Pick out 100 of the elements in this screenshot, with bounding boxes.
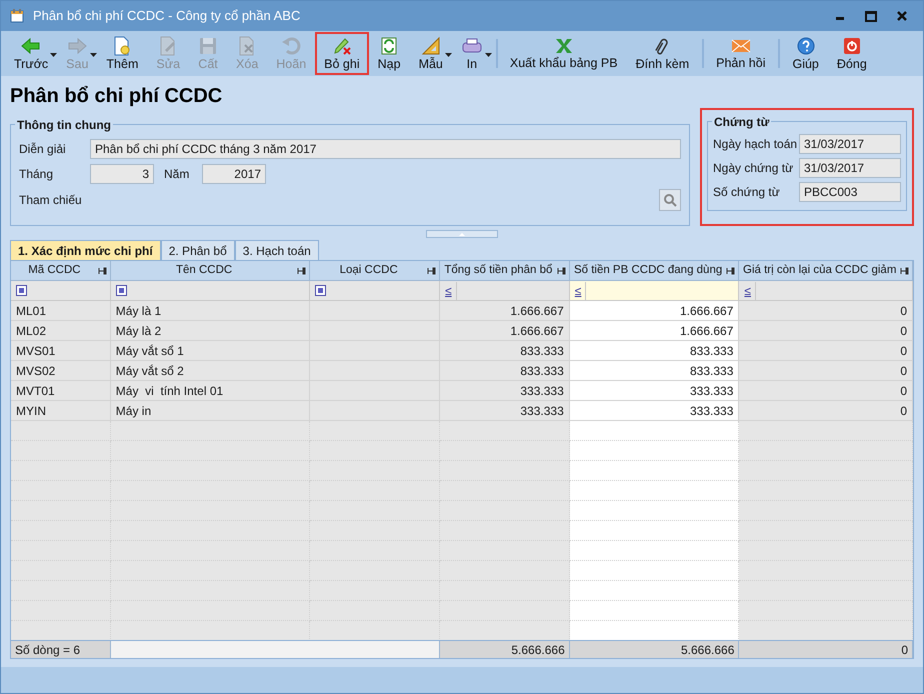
total-cell: 0 [739,641,913,658]
input-field[interactable]: PBCC003 [799,182,901,202]
table-cell: ML02 [11,321,111,341]
column-header[interactable]: Mã CCDC [28,262,81,280]
toolbar-button[interactable]: Giúp [774,31,828,76]
toolbar-button[interactable]: Đính kèm [626,31,698,76]
maximize-icon [865,10,877,22]
table-cell: 333.333 [440,401,570,421]
input-field[interactable]: 31/03/2017 [799,158,901,178]
table-cell: Máy là 1 [110,301,310,321]
checkbox-icon [315,285,326,296]
column-header[interactable]: Số tiền PB CCDC đang dùng [574,262,722,280]
field-label: Ngày hạch toán [713,136,798,153]
pin-icon [297,266,306,274]
filter-cell[interactable]: ≤ [570,281,740,301]
table-cell: 0 [739,341,913,361]
toolbar-button[interactable]: Mẫu [410,31,452,76]
filter-cell[interactable]: ≤ [739,281,913,301]
toolbar-button[interactable]: Bỏ ghi [315,32,369,75]
checkbox-icon [16,285,27,296]
input-field[interactable]: 31/03/2017 [799,134,901,154]
table-cell: 333.333 [570,381,740,401]
toolbar-button[interactable]: Xuất khẩu bảng PB [492,31,627,76]
arrow-left-icon [20,36,42,56]
table-cell: 1.666.667 [440,321,570,341]
table-cell: 833.333 [570,341,740,361]
toolbar-button[interactable]: Nạp [368,31,410,76]
total-cell: 5.666.666 [440,641,570,658]
column-header[interactable]: Giá trị còn lại của CCDC giảm [743,262,896,280]
toolbar-button[interactable]: Đóng [828,31,876,76]
table-cell: 0 [739,401,913,421]
table-cell: 0 [739,301,913,321]
page-title: Phân bổ chi phí CCDC [10,84,224,108]
row-count: Số dòng = 6 [11,641,111,658]
table-cell: Máy vắt sổ 1 [110,341,310,361]
toolbar-button[interactable]: Phản hồi [698,31,774,76]
table-cell: 0 [739,381,913,401]
table-cell: 833.333 [570,361,740,381]
undo-icon [281,36,302,56]
arrow-right-icon [66,36,88,56]
total-cell: 5.666.666 [570,641,740,658]
document-icon [112,36,132,56]
calendar-icon [9,8,25,24]
refresh-icon [379,36,400,56]
table-cell: 0 [739,321,913,341]
table-cell: Máy vắt sổ 2 [110,361,310,381]
caret-icon [50,53,58,57]
field-label: Tham chiếu [19,192,83,209]
tab[interactable]: 3. Hạch toán [234,240,319,260]
table-cell: 833.333 [440,341,570,361]
caret-icon [444,53,452,57]
input-field[interactable]: Phân bổ chi phí CCDC tháng 3 năm 2017 [90,139,681,159]
table-cell: MVS02 [11,361,111,381]
input-field[interactable]: 2017 [202,164,266,184]
table-cell: Máy là 2 [110,321,310,341]
table-cell: 1.666.667 [440,301,570,321]
field-label: Năm [164,166,190,183]
field-label: Diễn giải [19,141,67,158]
filter-cell[interactable] [110,281,310,301]
pin-icon [98,266,107,274]
field-label: Số chứng từ [713,184,781,201]
tab[interactable]: 1. Xác định mức chi phí [10,240,161,260]
column-header[interactable]: Tổng số tiền phân bổ [444,262,552,280]
field-label: Tháng [19,166,54,183]
search-button[interactable] [659,189,681,211]
window-title: Phân bổ chi phí CCDC - Công ty cổ phần ABC [33,7,300,26]
caret-icon [484,53,492,57]
column-header[interactable]: Loại CCDC [340,262,398,280]
table-cell: 333.333 [570,401,740,421]
table-cell: Máy vi tính Intel 01 [110,381,310,401]
pin-icon [556,266,566,274]
table-cell: MYIN [11,401,111,421]
field-label: Ngày chứng từ [713,160,794,177]
table-cell: 1.666.667 [570,301,740,321]
column-header[interactable]: Tên CCDC [176,262,232,280]
input-field[interactable]: 3 [90,164,154,184]
table-cell: 833.333 [440,361,570,381]
pin-icon [726,266,736,274]
close-icon [897,11,907,21]
search-icon [663,193,677,207]
help-icon [796,36,816,56]
printer-icon [460,36,483,56]
filter-cell[interactable]: ≤ [440,281,570,301]
pin-icon [900,266,910,274]
ruler-triangle-icon [420,36,441,56]
table-cell: 333.333 [440,381,570,401]
caret-up-icon [459,232,465,236]
filter-cell[interactable] [11,281,111,301]
caret-icon [90,53,98,57]
toolbar-button[interactable]: Trước [5,31,58,76]
tab[interactable]: 2. Phân bổ [160,240,235,260]
toolbar-button[interactable]: Thêm [97,31,148,76]
pin-icon [427,266,436,274]
table-cell: MVS01 [11,341,111,361]
splitter-handle[interactable] [426,230,498,238]
table-cell: 1.666.667 [570,321,740,341]
pencil-cross-icon [332,36,352,56]
filter-cell[interactable] [310,281,440,301]
toolbar-button[interactable]: In [452,31,492,76]
table-cell: 0 [739,361,913,381]
